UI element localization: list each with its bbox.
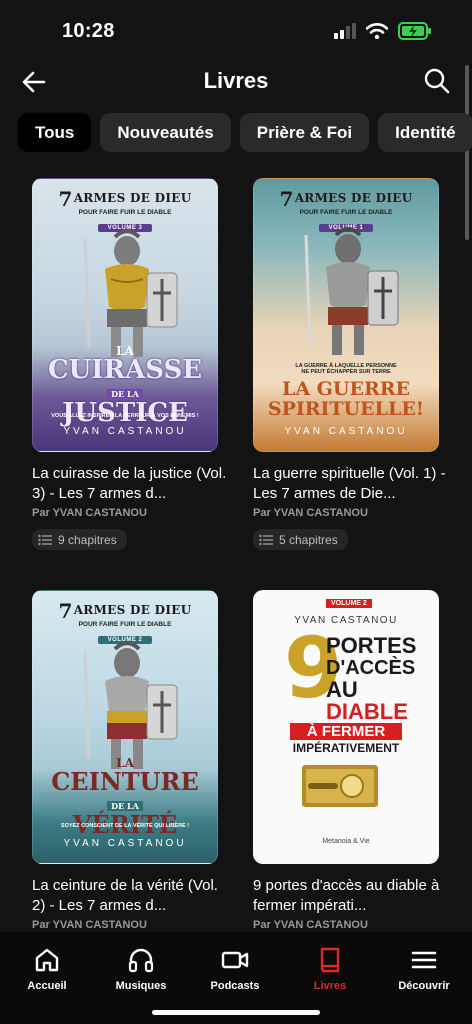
cover-tagline: VOUS ALLEZ INSPIRER LA TERREUR À VOS ENN… xyxy=(51,413,199,419)
search-icon xyxy=(424,68,450,94)
nav-label: Accueil xyxy=(27,980,67,992)
cover-author: YVAN CASTANOU xyxy=(63,426,187,437)
cover-banner: À FERMER xyxy=(290,723,402,740)
book-cover[interactable]: 7ARMES DE DIEU POUR FAIRE FUIR LE DIABLE… xyxy=(32,590,218,864)
status-time: 10:28 xyxy=(62,20,115,42)
book-author: Par YVAN CASTANOU xyxy=(253,507,368,519)
book-title[interactable]: La guerre spirituelle (Vol. 1) - Les 7 a… xyxy=(253,464,449,504)
nav-item-accueil[interactable]: Accueil xyxy=(0,946,94,992)
nav-item-decouvrir[interactable]: Découvrir xyxy=(377,946,471,992)
bottom-navigation: Accueil Musiques Podcasts Livres Découvr… xyxy=(0,932,472,1024)
headphones-icon xyxy=(128,948,154,973)
book-author: Par YVAN CASTANOU xyxy=(32,919,147,931)
cover-title-text: LA GUERRE SPIRITUELLE! xyxy=(267,378,425,420)
warrior-illustration xyxy=(83,641,178,769)
chapters-badge: 5 chapitres xyxy=(253,529,348,550)
warrior-illustration xyxy=(83,229,178,357)
nav-item-podcasts[interactable]: Podcasts xyxy=(188,946,282,992)
cover-series-header: 7ARMES DE DIEU POUR FAIRE FUIR LE DIABLE… xyxy=(58,187,192,232)
cover-series-header: 7ARMES DE DIEU POUR FAIRE FUIR LE DIABLE… xyxy=(58,599,192,644)
book-title[interactable]: La ceinture de la vérité (Vol. 2) - Les … xyxy=(32,876,228,916)
nav-label: Découvrir xyxy=(398,980,450,992)
cover-title-text: PORTES D'ACCÈS AU DIABLE xyxy=(326,633,417,724)
tab-priere-foi[interactable]: Prière & Foi xyxy=(239,113,370,152)
tab-identite[interactable]: Identité xyxy=(378,113,472,152)
book-author: Par YVAN CASTANOU xyxy=(253,919,368,931)
status-bar: 10:28 xyxy=(0,0,472,64)
book-card[interactable]: 7ARMES DE DIEU POUR FAIRE FUIR LE DIABLE… xyxy=(32,178,232,551)
book-title[interactable]: 9 portes d'accès au diable à fermer impé… xyxy=(253,876,449,916)
chapters-count: 5 chapitres xyxy=(279,532,338,547)
cellular-signal-icon xyxy=(334,23,356,39)
page-title: Livres xyxy=(203,68,269,93)
book-author: Par YVAN CASTANOU xyxy=(32,507,147,519)
cover-subtitle: IMPÉRATIVEMENT xyxy=(292,741,400,755)
cover-tagline: SOYEZ CONSCIENT DE LA VÉRITÉ QUI LIBÈRE … xyxy=(60,823,190,829)
menu-icon xyxy=(411,951,437,969)
screen: 10:28 Livres Tous Nouveautés Prière & Fo… xyxy=(0,0,472,1024)
tab-tous[interactable]: Tous xyxy=(18,113,92,152)
wifi-icon xyxy=(366,23,388,39)
book-icon xyxy=(320,947,340,973)
book-title[interactable]: La cuirasse de la justice (Vol. 3) - Les… xyxy=(32,464,228,504)
home-indicator[interactable] xyxy=(152,1010,320,1015)
book-cover[interactable]: 7ARMES DE DIEU POUR FAIRE FUIR LE DIABLE… xyxy=(32,178,218,452)
chapters-badge: 9 chapitres xyxy=(32,529,127,550)
search-button[interactable] xyxy=(422,66,452,96)
cover-tagline: LA GUERRE À LAQUELLE PERSONNE NE PEUT ÉC… xyxy=(295,363,397,375)
book-cover[interactable]: 7ARMES DE DIEU POUR FAIRE FUIR LE DIABLE… xyxy=(253,178,439,452)
video-camera-icon xyxy=(221,951,249,969)
cover-author: YVAN CASTANOU xyxy=(294,615,398,626)
warrior-illustration xyxy=(304,227,399,355)
tab-nouveautes[interactable]: Nouveautés xyxy=(100,113,231,152)
category-tabs: Tous Nouveautés Prière & Foi Identité xyxy=(18,113,472,153)
status-icons xyxy=(334,22,432,40)
cover-author: YVAN CASTANOU xyxy=(63,838,187,849)
header: Livres xyxy=(0,64,472,102)
door-lock-illustration xyxy=(302,765,378,807)
nav-label: Musiques xyxy=(115,980,167,992)
list-icon xyxy=(259,534,273,545)
list-icon xyxy=(38,534,52,545)
cover-author: YVAN CASTANOU xyxy=(284,426,408,437)
nav-label: Podcasts xyxy=(210,980,260,992)
home-icon xyxy=(35,948,59,972)
nav-item-livres[interactable]: Livres xyxy=(283,946,377,992)
battery-charging-icon xyxy=(398,22,431,40)
book-card[interactable]: VOLUME 2 YVAN CASTANOU 9 PORTES D'ACCÈS … xyxy=(253,590,453,931)
nav-item-musiques[interactable]: Musiques xyxy=(94,946,188,992)
nav-label: Livres xyxy=(313,980,347,992)
book-card[interactable]: 7ARMES DE DIEU POUR FAIRE FUIR LE DIABLE… xyxy=(253,178,453,551)
cover-volume-tag: VOLUME 2 xyxy=(326,599,372,608)
book-card[interactable]: 7ARMES DE DIEU POUR FAIRE FUIR LE DIABLE… xyxy=(32,590,232,931)
book-cover[interactable]: VOLUME 2 YVAN CASTANOU 9 PORTES D'ACCÈS … xyxy=(253,590,439,864)
chapters-count: 9 chapitres xyxy=(58,532,117,547)
cover-publisher: Metanoia & Vie xyxy=(322,838,370,845)
